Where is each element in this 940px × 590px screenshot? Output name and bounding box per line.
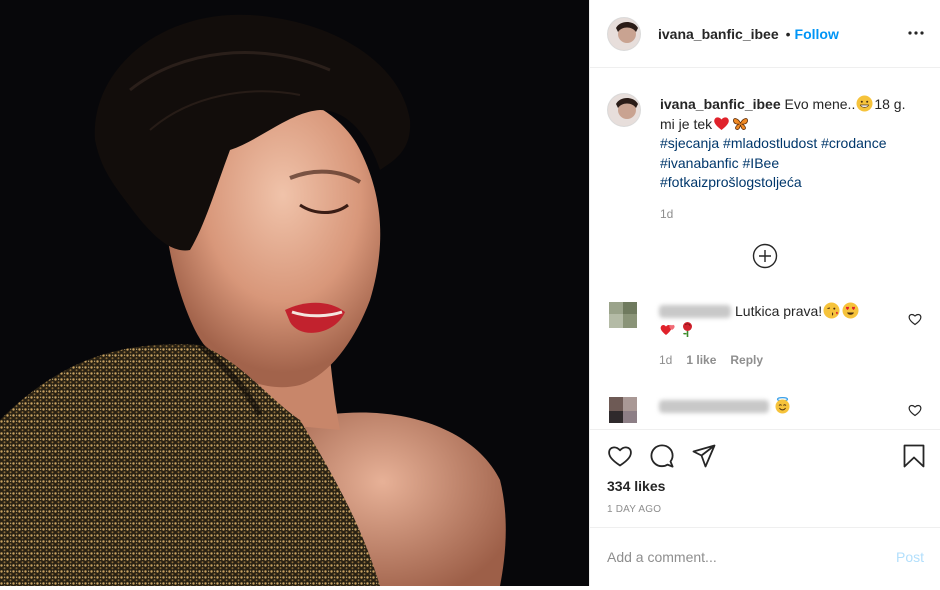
hashtag-link[interactable]: #crodance: [821, 135, 886, 151]
load-more-comments-icon[interactable]: [752, 243, 778, 269]
hashtag-link[interactable]: #ivanabanfic: [660, 155, 739, 171]
post-photo[interactable]: [0, 0, 589, 586]
post-comment-button[interactable]: Post: [896, 549, 924, 565]
author-username[interactable]: ivana_banfic_ibee: [658, 26, 779, 42]
caption-text-part: Evo mene..: [784, 96, 856, 112]
comment-like-heart-icon[interactable]: [908, 403, 922, 417]
instagram-post-modal: ivana_banfic_ibee • Follow ivana_banfic_…: [0, 0, 940, 586]
comment-timestamp[interactable]: 1d: [659, 353, 672, 367]
bookmark-icon[interactable]: [901, 443, 927, 469]
post-actions: 334 likes 1 DAY AGO: [590, 429, 940, 527]
hashtag-link[interactable]: #mladostludost: [723, 135, 817, 151]
post-header: ivana_banfic_ibee • Follow: [590, 0, 940, 68]
post-date[interactable]: 1 DAY AGO: [607, 504, 661, 515]
hashtag-link[interactable]: #IBee: [743, 155, 780, 171]
caption-timestamp[interactable]: 1d: [660, 205, 922, 225]
comment-like-heart-icon[interactable]: [908, 312, 922, 326]
butterfly-emoji-icon: [733, 117, 749, 130]
comment-likes-link[interactable]: 1 like: [686, 353, 716, 367]
smiling-halo-emoji-icon: [775, 397, 790, 414]
commenter-username-blurred[interactable]: [659, 305, 731, 318]
kissing-emoji-icon: [823, 302, 840, 319]
rose-emoji-icon: [683, 322, 692, 337]
heart-icon[interactable]: [607, 443, 633, 469]
caption-username[interactable]: ivana_banfic_ibee: [660, 96, 781, 112]
comment-meta: 1d 1 like Reply: [659, 351, 887, 370]
portrait-photo: [0, 0, 589, 586]
caption-text-part: mi je tek: [660, 115, 713, 132]
comments-list[interactable]: ivana_banfic_ibee Evo mene.. 18 g. mi je …: [590, 69, 940, 429]
two-hearts-emoji-icon: [660, 324, 675, 335]
comment-body: [659, 397, 887, 416]
comment-input[interactable]: [607, 549, 867, 565]
hashtag-link[interactable]: #sjecanja: [660, 135, 719, 151]
separator-dot: •: [785, 25, 791, 42]
comment-body: Lutkica prava! 1d 1 like Reply: [659, 302, 887, 370]
comment-icon[interactable]: [649, 443, 675, 469]
add-comment-bar: Post: [590, 527, 940, 586]
commenter-avatar[interactable]: [607, 393, 641, 427]
heart-eyes-emoji-icon: [842, 302, 859, 319]
post-side-panel: ivana_banfic_ibee • Follow ivana_banfic_…: [589, 0, 940, 586]
caption-text: ivana_banfic_ibee Evo mene.. 18 g. mi je …: [660, 95, 922, 224]
reply-button[interactable]: Reply: [730, 353, 763, 367]
grin-emoji-icon: [856, 95, 873, 112]
caption-avatar[interactable]: [607, 93, 641, 127]
more-options-icon[interactable]: [907, 24, 925, 42]
caption-text-part: 18 g.: [874, 96, 906, 112]
hashtag-link[interactable]: #fotkaizprošlogstoljeća: [660, 174, 802, 190]
commenter-avatar[interactable]: [607, 298, 641, 332]
red-heart-emoji-icon: [714, 116, 729, 130]
follow-button[interactable]: Follow: [795, 26, 839, 42]
author-avatar[interactable]: [607, 16, 641, 51]
likes-count[interactable]: 334 likes: [607, 478, 665, 494]
comment-text: Lutkica prava!: [735, 303, 823, 319]
share-icon[interactable]: [691, 443, 717, 469]
commenter-username-blurred[interactable]: [659, 400, 769, 413]
